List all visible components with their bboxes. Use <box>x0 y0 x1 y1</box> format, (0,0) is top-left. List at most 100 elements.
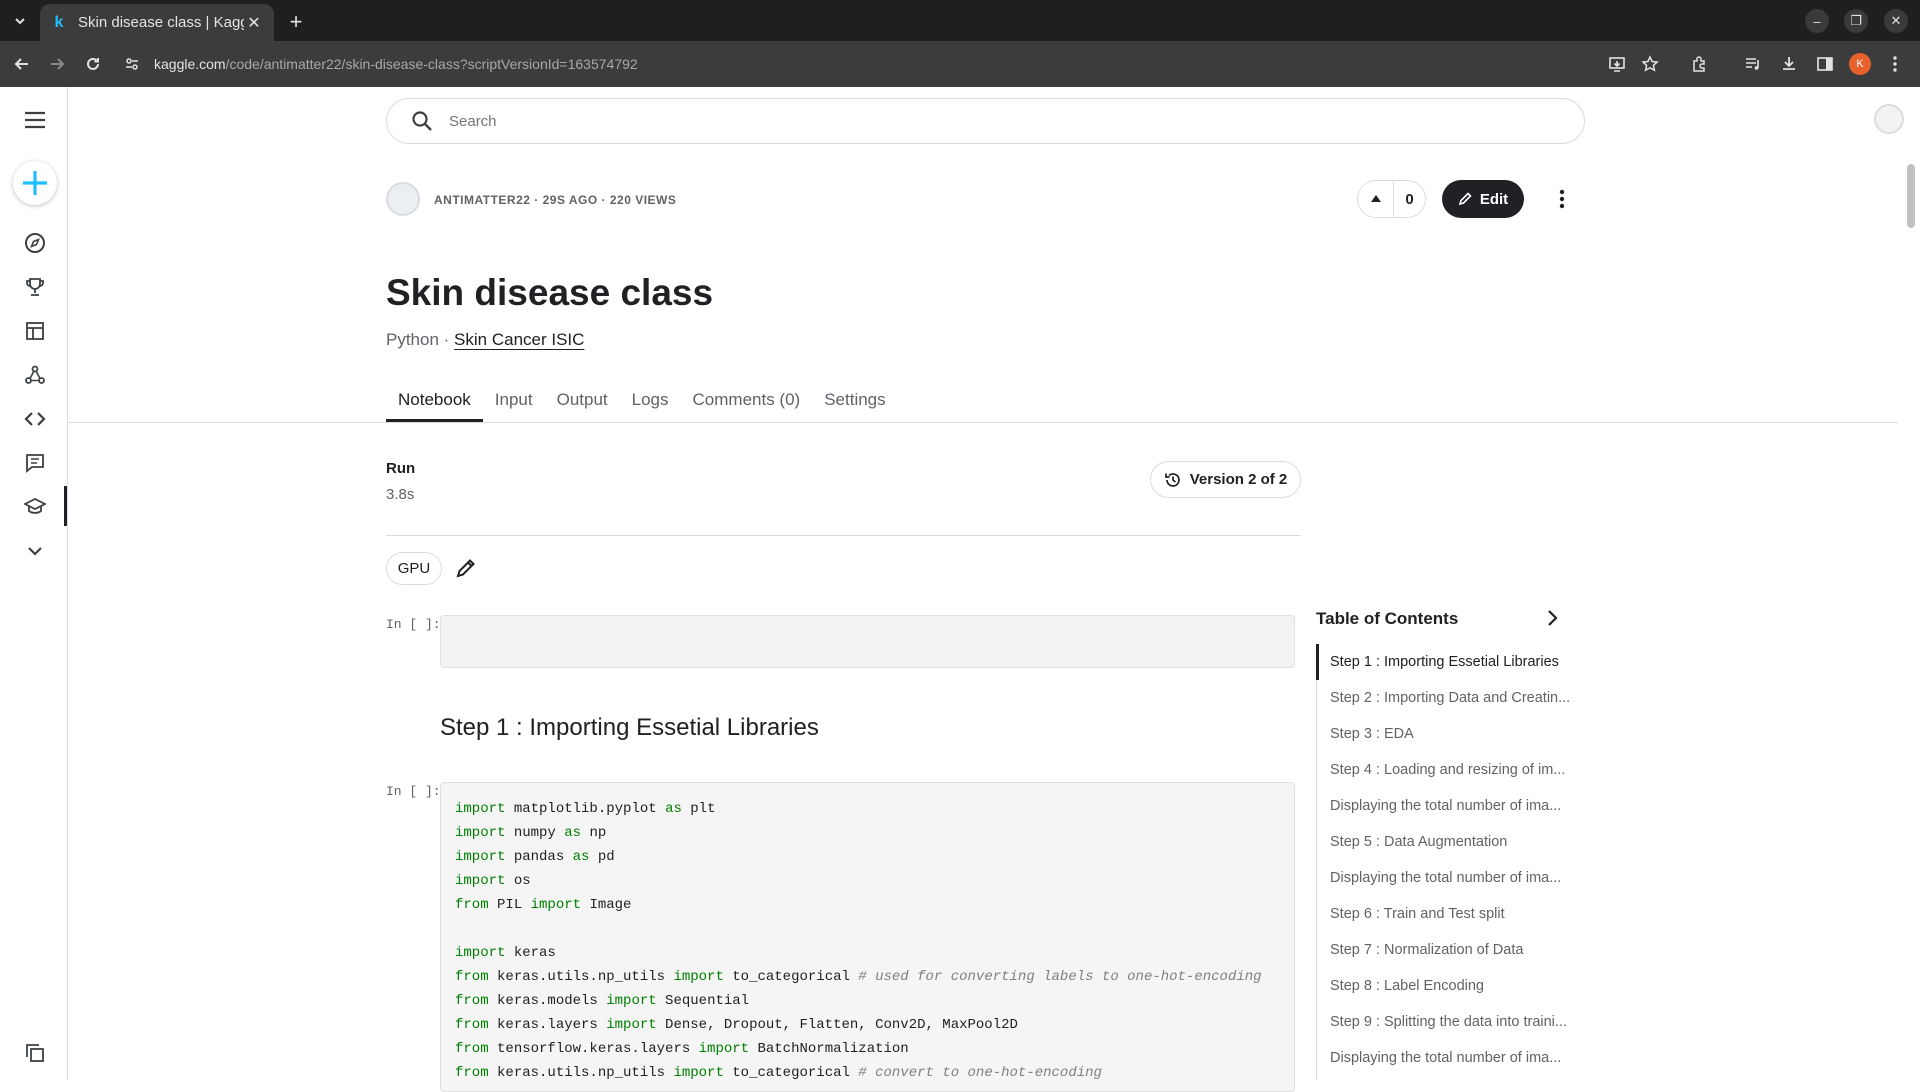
forward-icon[interactable] <box>45 52 69 76</box>
tab-logs[interactable]: Logs <box>620 386 681 422</box>
more-chevron-down-icon[interactable] <box>22 538 48 564</box>
toc-item[interactable]: Step 9 : Splitting the data into traini.… <box>1316 1004 1582 1040</box>
models-icon[interactable] <box>22 362 48 388</box>
browser-menu-icon[interactable] <box>1883 52 1907 76</box>
section-divider <box>386 535 1301 536</box>
address-bar[interactable]: kaggle.com/code/antimatter22/skin-diseas… <box>120 47 1590 81</box>
discussion-icon[interactable] <box>22 450 48 476</box>
edit-button[interactable]: Edit <box>1442 180 1524 218</box>
edit-button-label: Edit <box>1479 190 1509 208</box>
search-icon <box>412 111 432 131</box>
code-keyword: import <box>455 849 506 865</box>
your-work-icon[interactable] <box>22 1040 48 1066</box>
page-scrollbar[interactable] <box>1907 164 1915 228</box>
code-keyword: import <box>530 897 582 913</box>
user-avatar[interactable] <box>1874 104 1904 134</box>
code-keyword: from <box>455 993 489 1009</box>
tab-output[interactable]: Output <box>545 386 620 422</box>
tab-search-chevron-icon[interactable] <box>8 9 32 33</box>
kaggle-favicon-icon: k <box>54 13 64 31</box>
empty-code-cell[interactable] <box>440 615 1295 668</box>
reload-icon[interactable] <box>81 52 105 76</box>
code-keyword: from <box>455 897 489 913</box>
code-keyword: as <box>572 849 590 865</box>
author-avatar[interactable] <box>386 182 420 216</box>
toc-item[interactable]: Step 7 : Normalization of Data <box>1316 932 1582 968</box>
toc-item[interactable]: Step 4 : Loading and resizing of im... <box>1316 752 1582 788</box>
downloads-icon[interactable] <box>1777 52 1801 76</box>
search-bar[interactable] <box>386 98 1585 144</box>
learn-icon[interactable] <box>22 494 48 520</box>
more-options-icon[interactable] <box>1548 184 1576 214</box>
code-text: keras.utils.np_utils <box>488 969 674 985</box>
install-app-icon[interactable] <box>1605 52 1629 76</box>
toc-item[interactable]: Step 1 : Importing Essetial Libraries <box>1316 644 1582 680</box>
profile-avatar[interactable]: K <box>1849 53 1871 75</box>
code-text: plt <box>681 801 716 817</box>
bookmark-star-icon[interactable] <box>1638 52 1662 76</box>
toc-item[interactable]: Displaying the total number of ima... <box>1316 1040 1582 1076</box>
code-keyword: from <box>455 1065 489 1081</box>
code-line: from keras.utils.np_utils import to_cate… <box>455 965 1280 989</box>
code-keyword: import <box>673 1065 724 1081</box>
restore-icon[interactable]: ❐ <box>1844 9 1868 33</box>
vote-count: 0 <box>1405 190 1414 208</box>
toc-item[interactable]: Displaying the total number of ima... <box>1316 788 1582 824</box>
language-label: Python <box>386 330 439 349</box>
code-line: from PIL import Image <box>455 893 1280 917</box>
code-icon[interactable] <box>22 406 48 432</box>
new-tab-icon[interactable]: + <box>282 8 310 36</box>
tabs-divider <box>68 422 1898 423</box>
toc-item[interactable]: Step 5 : Data Augmentation <box>1316 824 1582 860</box>
code-text: keras.utils.np_utils <box>488 1065 674 1081</box>
code-cell[interactable]: import matplotlib.pyplot as plt import nu… <box>440 782 1295 1092</box>
tab-settings[interactable]: Settings <box>812 386 897 422</box>
accelerator-chip[interactable]: GPU <box>386 552 442 585</box>
code-keyword: import <box>455 873 506 889</box>
search-input[interactable] <box>449 112 1449 130</box>
notebook-subtitle: Python · Skin Cancer ISIC <box>386 330 584 350</box>
code-keyword: import <box>673 969 724 985</box>
toc-collapse-chevron-icon[interactable] <box>1540 606 1564 630</box>
code-keyword: from <box>455 1041 489 1057</box>
side-panel-icon[interactable] <box>1813 52 1837 76</box>
dataset-link[interactable]: Skin Cancer ISIC <box>454 330 584 349</box>
back-icon[interactable] <box>10 52 34 76</box>
window-close-icon[interactable]: ✕ <box>1884 9 1908 33</box>
toc-item[interactable]: Displaying the total number of ima... <box>1316 860 1582 896</box>
url-text: kaggle.com/code/antimatter22/skin-diseas… <box>154 56 638 72</box>
author-meta: ANTIMATTER22 · 29S AGO · 220 VIEWS <box>434 193 677 207</box>
site-info-icon[interactable] <box>120 52 144 76</box>
code-line: import numpy as np <box>455 821 1280 845</box>
history-icon <box>1164 472 1180 487</box>
toc-item[interactable]: Step 8 : Label Encoding <box>1316 968 1582 1004</box>
minimize-icon[interactable]: – <box>1805 9 1829 33</box>
tab-comments[interactable]: Comments (0) <box>681 386 813 422</box>
version-history-button[interactable]: Version 2 of 2 <box>1150 461 1301 498</box>
toc-item[interactable]: Step 2 : Importing Data and Creatin... <box>1316 680 1582 716</box>
code-text: to_categorical <box>723 1065 859 1081</box>
toc-item[interactable]: Step 3 : EDA <box>1316 716 1582 752</box>
tab-input[interactable]: Input <box>483 386 545 422</box>
toc-item[interactable]: Step 6 : Train and Test split <box>1316 896 1582 932</box>
trophy-icon[interactable] <box>22 274 48 300</box>
code-text: np <box>581 825 607 841</box>
table-icon[interactable] <box>22 318 48 344</box>
tab-close-icon[interactable]: ✕ <box>244 13 264 33</box>
browser-tab-active[interactable]: k Skin disease class | Kagg ✕ <box>40 4 274 41</box>
code-text: Dense, Dropout, Flatten, Conv2D, MaxPool… <box>656 1017 1018 1033</box>
upvote-control[interactable]: 0 <box>1357 180 1426 218</box>
create-button[interactable] <box>13 161 57 205</box>
media-controls-icon[interactable] <box>1741 52 1765 76</box>
hamburger-menu-icon[interactable] <box>22 107 48 133</box>
code-keyword: import <box>455 945 506 961</box>
edit-accelerator-pencil-icon[interactable] <box>454 556 478 580</box>
upvote-arrow-icon[interactable] <box>1358 181 1394 217</box>
code-line: import pandas as pd <box>455 845 1280 869</box>
version-label: Version 2 of 2 <box>1189 471 1288 488</box>
code-text: keras.layers <box>488 1017 607 1033</box>
compass-icon[interactable] <box>22 230 48 256</box>
tab-notebook[interactable]: Notebook <box>386 386 483 422</box>
extensions-icon[interactable] <box>1688 52 1712 76</box>
code-text: keras <box>505 945 556 961</box>
